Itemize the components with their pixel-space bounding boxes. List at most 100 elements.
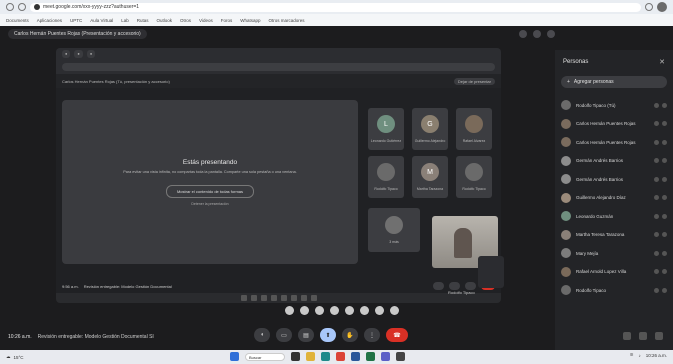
start-icon[interactable]	[230, 352, 239, 361]
word-icon[interactable]	[351, 352, 360, 361]
bookmark-item[interactable]: Aplicaciones	[37, 18, 62, 23]
bookmark-star-icon[interactable]	[645, 3, 653, 11]
more-vert-icon[interactable]	[662, 102, 667, 108]
add-people-button[interactable]: + Agregar personas	[561, 76, 667, 88]
bookmark-item[interactable]: Aula Virtual	[90, 18, 113, 23]
participant-row[interactable]: Rodolfo Tipaco	[555, 281, 673, 300]
bookmark-item[interactable]: Rutas	[137, 18, 149, 23]
end-call-button[interactable]: ☎	[386, 328, 408, 342]
more-vert-icon[interactable]	[662, 269, 667, 275]
self-view	[478, 256, 504, 288]
heart-icon[interactable]	[285, 306, 294, 315]
avatar	[561, 285, 571, 296]
weather-icon[interactable]: ☁	[6, 354, 11, 360]
participant-row[interactable]: Mary Mejía	[555, 244, 673, 263]
shared-title: Carlos Hernán Puentes Rojas (Tú, present…	[62, 78, 170, 84]
fullscreen-icon[interactable]	[533, 30, 541, 38]
more-vert-icon[interactable]	[662, 287, 667, 293]
participant-row[interactable]: Germán Andrés Barrios	[555, 170, 673, 189]
show-content-button: Mostrar el contenido de todas formas	[165, 184, 255, 198]
profile-avatar[interactable]	[657, 2, 667, 12]
more-vert-icon[interactable]	[662, 158, 667, 164]
edge-icon[interactable]	[321, 352, 330, 361]
bookmarks-bar: Documents Aplicaciones UPTC Aula Virtual Lab…	[0, 14, 673, 26]
more-icon[interactable]	[547, 30, 555, 38]
laugh-icon[interactable]	[345, 306, 354, 315]
participant-row[interactable]: Leonardo Guzmán	[555, 207, 673, 226]
participant-tile: Rafael Alvarez	[456, 108, 492, 150]
captions-button[interactable]: ▤	[298, 328, 314, 342]
more-vert-icon[interactable]	[662, 195, 667, 201]
raise-hand-button[interactable]: ✋	[342, 328, 358, 342]
more-vert-icon[interactable]	[662, 121, 667, 127]
more-vert-icon[interactable]	[662, 232, 667, 238]
volume-icon[interactable]: ♪	[638, 353, 640, 358]
participant-name: Germán Andrés Barrios	[576, 176, 624, 182]
present-button[interactable]: ⬆	[320, 328, 336, 342]
participant-name: Germán Andrés Barrios	[576, 158, 624, 164]
explorer-icon[interactable]	[306, 352, 315, 361]
participant-row[interactable]: Rafael Arnold Lopez Villa	[555, 263, 673, 282]
presenter-figure	[454, 228, 472, 258]
bookmark-item[interactable]: Lab	[121, 18, 129, 23]
wifi-icon[interactable]: ≋	[630, 352, 634, 358]
layout-icon[interactable]	[519, 30, 527, 38]
bookmark-item[interactable]: Outlook	[157, 18, 173, 23]
taskview-icon[interactable]	[291, 352, 300, 361]
tile-name: Martha Tarazona	[416, 187, 444, 191]
surprise-icon[interactable]	[360, 306, 369, 315]
more-vert-icon[interactable]	[662, 176, 667, 182]
info-icon[interactable]	[623, 332, 631, 340]
screen: meet.google.com/xxx-yyyy-zzz?authuser=1 …	[0, 0, 673, 364]
taskbar-search[interactable]: Buscar	[245, 352, 285, 361]
address-bar[interactable]: meet.google.com/xxx-yyyy-zzz?authuser=1	[30, 2, 641, 12]
participant-row[interactable]: Carlos Hernán Puentes Rojas	[555, 115, 673, 134]
participant-actions	[654, 195, 667, 201]
participant-row[interactable]: Carlos Hernán Puentes Rojas	[555, 133, 673, 152]
tile-name: Rodolfo Tipaco	[462, 187, 486, 191]
bookmark-item[interactable]: Otros	[180, 18, 191, 23]
bookmark-item[interactable]: Foros	[221, 18, 233, 23]
thinking-icon[interactable]	[390, 306, 399, 315]
participant-row[interactable]: Rodolfo Tipaco (Tú)	[555, 96, 673, 115]
camera-button[interactable]: ▭	[276, 328, 292, 342]
bookmark-item[interactable]: Videos	[199, 18, 213, 23]
excel-icon[interactable]	[366, 352, 375, 361]
mic-button[interactable]: ◖	[254, 328, 270, 342]
shared-taskbar	[56, 293, 501, 303]
participant-row[interactable]: Guillermo Alejandro Díaz	[555, 189, 673, 208]
more-vert-icon[interactable]	[662, 139, 667, 145]
more-options-button[interactable]: ⋮	[364, 328, 380, 342]
tile-avatar	[465, 163, 483, 181]
bookmark-item[interactable]: Whatsapp	[240, 18, 260, 23]
tile-name: Leonardo Gutiérrez	[370, 139, 402, 143]
close-icon[interactable]: ✕	[659, 58, 665, 66]
weather-temp: 15°C	[13, 354, 24, 360]
chat-icon[interactable]	[655, 332, 663, 340]
presentation-title: Carlos Hernán Puentes Rojas (Presentació…	[8, 29, 147, 39]
store-icon[interactable]	[396, 352, 405, 361]
party-icon[interactable]	[315, 306, 324, 315]
back-icon[interactable]	[6, 3, 14, 11]
teams-icon[interactable]	[381, 352, 390, 361]
participant-row[interactable]: Martha Teresa Tarazona	[555, 226, 673, 245]
more-vert-icon[interactable]	[662, 250, 667, 256]
participant-row[interactable]: Germán Andrés Barrios	[555, 152, 673, 171]
sad-icon[interactable]	[375, 306, 384, 315]
browser-toolbar: meet.google.com/xxx-yyyy-zzz?authuser=1	[0, 0, 673, 14]
clap-icon[interactable]	[330, 306, 339, 315]
bookmark-item[interactable]: UPTC	[70, 18, 82, 23]
bookmark-item[interactable]: Documents	[6, 18, 29, 23]
mic-status-icon	[654, 139, 659, 145]
chrome-icon[interactable]	[336, 352, 345, 361]
more-vert-icon[interactable]	[662, 213, 667, 219]
shared-time: 9:56 a.m.	[62, 283, 79, 289]
thumbs-up-icon[interactable]	[300, 306, 309, 315]
shared-tab: ●	[74, 50, 83, 58]
shared-cam-icon	[449, 282, 460, 290]
url-text: meet.google.com/xxx-yyyy-zzz?authuser=1	[43, 4, 140, 10]
bookmark-item[interactable]: Otros marcadores	[269, 18, 305, 23]
refresh-icon[interactable]	[18, 3, 26, 11]
people-icon[interactable]	[639, 332, 647, 340]
shared-tab: ●	[86, 50, 96, 58]
